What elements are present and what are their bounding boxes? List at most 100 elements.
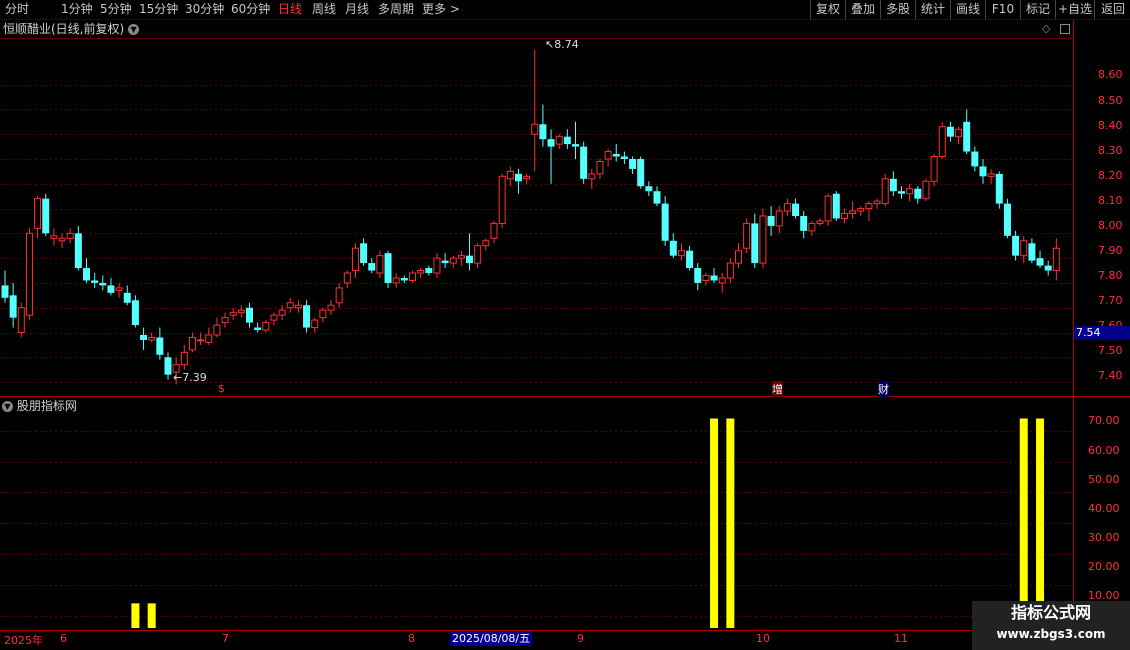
mark-button[interactable]: 标记 (1020, 0, 1055, 19)
candle-body-down (384, 253, 392, 283)
candle-body-down (792, 203, 800, 216)
watermark-logo: 指标公式网 www.zbgs3.com (972, 601, 1130, 650)
date-month-7: 7 (222, 632, 229, 645)
candle-body-up (604, 151, 612, 160)
indicator-bar (710, 418, 719, 628)
candle-body-down (466, 255, 474, 264)
candle-body-down (514, 173, 522, 182)
candle-body-up (351, 247, 359, 272)
statistics-button[interactable]: 统计 (915, 0, 950, 19)
candle-body-up (148, 336, 156, 341)
chevron-down-icon[interactable]: ▼ (2, 401, 13, 412)
candle-body-up (237, 309, 245, 314)
overlay-button[interactable]: 叠加 (845, 0, 880, 19)
candle-body-down (9, 295, 17, 318)
period-tab-1min[interactable]: 1分钟 (61, 1, 93, 17)
diamond-icon[interactable]: ◇ (1042, 22, 1050, 35)
candle-body-up (457, 255, 465, 259)
candle-body-down (580, 146, 588, 179)
indicator-tick: 30.00 (1088, 531, 1120, 544)
price-tick: 8.40 (1098, 119, 1123, 132)
candle-body-up (930, 156, 938, 182)
candlestick-chart (0, 20, 1130, 631)
period-toolbar: 分时 1分钟 5分钟 15分钟 30分钟 60分钟 日线 周线 月线 多周期 更… (0, 0, 1130, 20)
add-favorite-button[interactable]: +自选 (1055, 0, 1094, 19)
event-marker-dividend[interactable]: $ (218, 382, 225, 395)
f10-button[interactable]: F10 (985, 0, 1020, 19)
candle-body-up (417, 270, 425, 274)
period-tab-30min[interactable]: 30分钟 (185, 1, 224, 17)
indicator-title: ▼ 股朋指标网 (2, 398, 77, 414)
price-tick: 8.60 (1098, 68, 1123, 81)
high-price-value: 8.74 (554, 38, 579, 51)
candle-body-up (677, 250, 685, 257)
event-marker-finance[interactable]: 财 (878, 381, 889, 397)
candle-body-down (620, 156, 628, 159)
candle-body-down (800, 216, 808, 231)
candle-body-up (66, 232, 74, 239)
event-marker-increase[interactable]: 增 (772, 381, 783, 397)
date-year: 2025年 (4, 634, 43, 647)
period-tab-fenshi[interactable]: 分时 (5, 1, 29, 17)
candle-body-down (767, 216, 775, 226)
period-tab-monthly[interactable]: 月线 (345, 1, 369, 17)
candle-body-up (531, 123, 539, 135)
fuquan-button[interactable]: 复权 (810, 0, 845, 19)
candle-body-up (718, 277, 726, 284)
candle-body-down (83, 268, 90, 281)
period-tab-weekly[interactable]: 周线 (312, 1, 336, 17)
candle-body-down (946, 126, 954, 137)
panel-toggle-icon[interactable] (1060, 24, 1070, 34)
date-month-8: 8 (408, 632, 415, 645)
candle-body-up (498, 175, 506, 224)
chevron-down-icon[interactable]: ▼ (128, 24, 140, 35)
candle-body-down (156, 337, 164, 355)
candle-body-up (987, 173, 995, 177)
period-tab-daily[interactable]: 日线 (278, 1, 302, 17)
candle-body-up (840, 213, 848, 219)
period-tab-15min[interactable]: 15分钟 (139, 1, 178, 17)
candle-body-up (906, 188, 914, 195)
candle-body-up (555, 136, 563, 145)
indicator-tick: 70.00 (1088, 414, 1120, 427)
candle-body-down (123, 292, 131, 303)
candle-body-down (539, 124, 547, 140)
indicator-bar (1036, 418, 1045, 628)
multi-stock-button[interactable]: 多股 (880, 0, 915, 19)
date-month-10: 10 (756, 632, 770, 645)
crosshair-date: 2025/08/08/五 (450, 631, 533, 646)
candle-body-up (286, 302, 294, 309)
candle-body-up (58, 237, 66, 242)
low-price-value: 7.39 (182, 371, 207, 384)
candle-body-up (808, 222, 816, 232)
price-tick: 8.20 (1098, 169, 1123, 182)
candle-body-down (563, 136, 571, 145)
indicator-tick: 40.00 (1088, 502, 1120, 515)
candle-body-down (751, 223, 759, 264)
candle-body-down (99, 282, 107, 286)
candle-body-up (188, 336, 196, 351)
candle-body-down (164, 357, 172, 375)
candle-body-up (490, 222, 498, 239)
candle-body-down (889, 178, 897, 192)
candle-body-up (50, 235, 58, 239)
watermark-url: www.zbgs3.com (996, 627, 1106, 641)
candle-body-up (115, 287, 123, 291)
draw-line-button[interactable]: 画线 (950, 0, 985, 19)
candle-body-up (596, 160, 604, 175)
candle-body-up (278, 309, 286, 316)
candle-body-up (735, 250, 742, 264)
period-tab-5min[interactable]: 5分钟 (100, 1, 132, 17)
back-button[interactable]: 返回 (1094, 0, 1130, 19)
candle-body-up (449, 257, 457, 264)
period-tab-60min[interactable]: 60分钟 (231, 1, 270, 17)
period-tab-more[interactable]: 更多 > (422, 1, 460, 17)
candle-body-down (107, 285, 115, 293)
price-tick: 7.40 (1098, 369, 1123, 382)
candle-body-up (213, 324, 221, 336)
candle-body-down (74, 233, 82, 269)
date-month-9: 9 (577, 632, 584, 645)
candle-body-up (17, 307, 25, 334)
candle-body-up (335, 287, 343, 304)
period-tab-multi[interactable]: 多周期 (378, 1, 414, 17)
